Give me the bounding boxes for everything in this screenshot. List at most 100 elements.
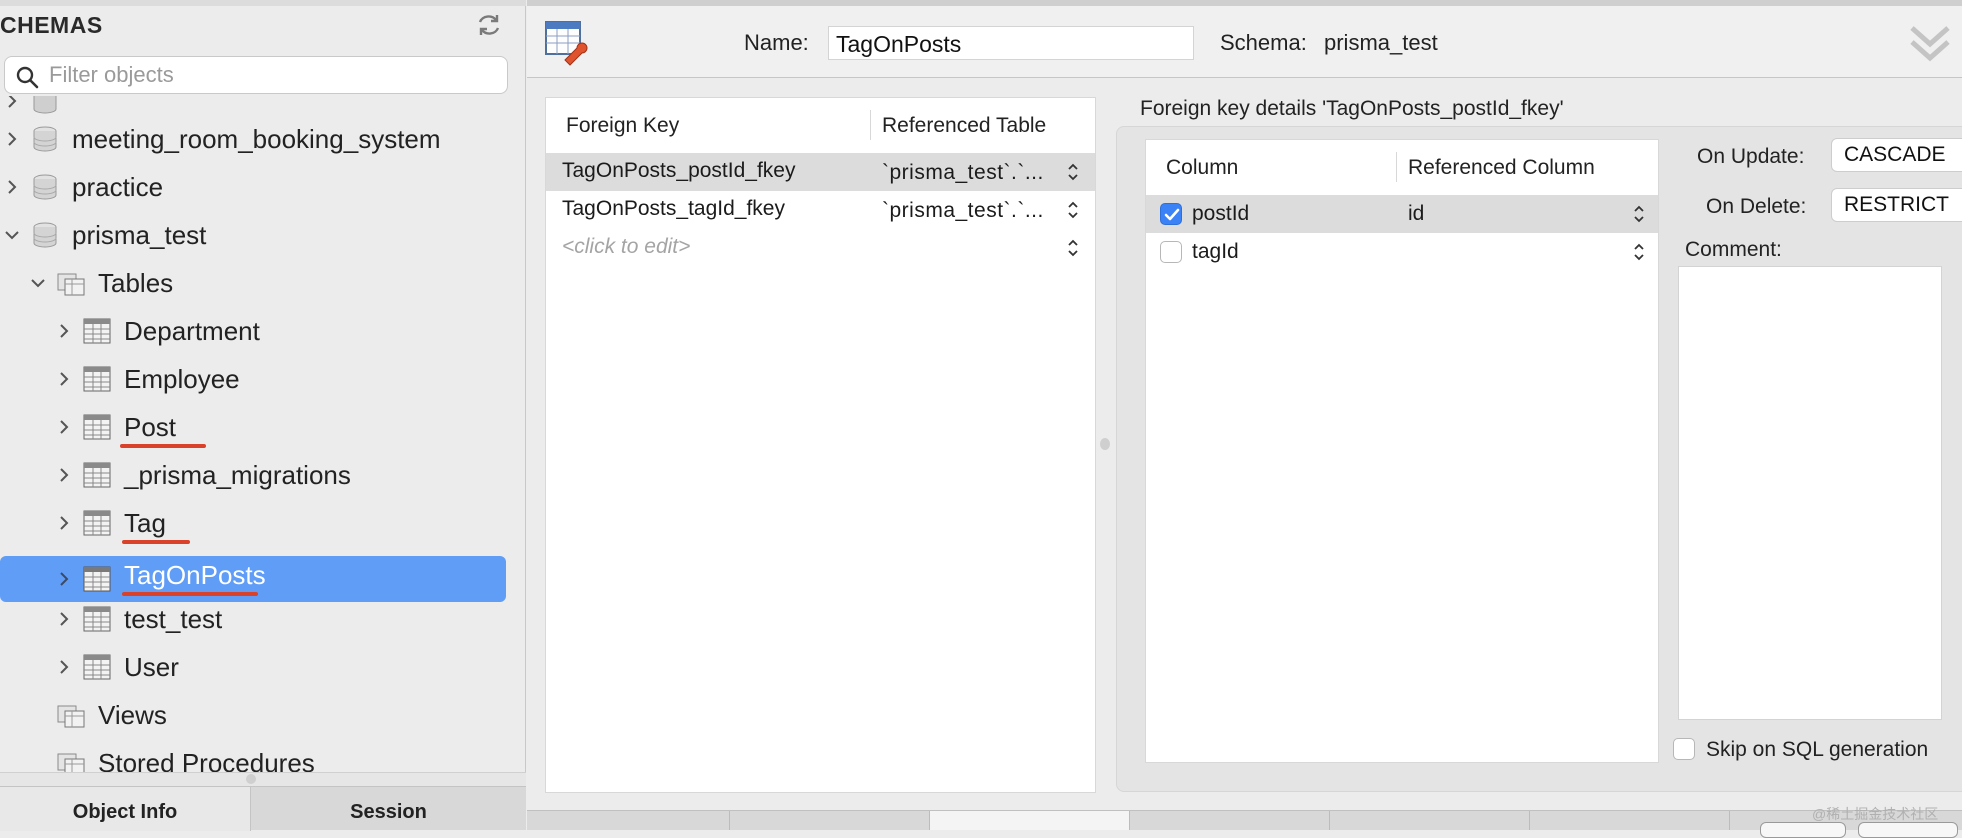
table-icon	[83, 462, 111, 488]
tree-item-label: meeting_room_booking_system	[72, 124, 441, 154]
tree-item-label: Employee	[124, 364, 240, 394]
database-icon	[33, 126, 57, 152]
on-update-label: On Update:	[1697, 145, 1805, 168]
database-icon	[33, 96, 57, 114]
on-delete-select[interactable]: RESTRICT	[1831, 188, 1962, 222]
collapse-chevron-icon[interactable]	[1908, 20, 1952, 68]
foreign-key-row[interactable]: TagOnPosts_postId_fkey `prisma_test`.`..…	[546, 153, 1095, 191]
tree-schema-practice[interactable]: practice	[0, 164, 526, 210]
table-icon	[83, 414, 111, 440]
fk-column-row[interactable]: postId id	[1146, 195, 1658, 233]
tree-folder-stored-procedures[interactable]: Stored Procedures	[0, 740, 526, 772]
referenced-column-value[interactable]: id	[1408, 202, 1424, 226]
tree-table-test-test[interactable]: test_test	[0, 596, 526, 642]
schema-tree: meeting_room_booking_system practice pri…	[0, 96, 526, 772]
on-update-select[interactable]: CASCADE	[1831, 138, 1962, 172]
tree-table-prisma-migrations[interactable]: _prisma_migrations	[0, 452, 526, 498]
checkmark-icon	[1164, 208, 1180, 221]
filter-objects-input[interactable]	[47, 61, 497, 89]
column-name: postId	[1192, 202, 1250, 225]
schemas-heading: CHEMAS	[0, 12, 103, 38]
tab-session[interactable]: Session	[250, 787, 526, 831]
splitter-handle[interactable]	[246, 774, 256, 784]
tree-item-label: User	[124, 652, 179, 682]
filter-box	[4, 56, 508, 94]
column-checkbox[interactable]	[1160, 203, 1182, 225]
tree-item-label: Post	[124, 412, 177, 442]
chevron-right-icon[interactable]	[56, 371, 72, 387]
column-header-referenced-table[interactable]: Referenced Table	[882, 114, 1046, 138]
chevron-right-icon[interactable]	[56, 611, 72, 627]
folder-tables-icon	[57, 273, 85, 296]
editor-tab[interactable]	[1530, 811, 1730, 830]
editor-tab-active[interactable]	[930, 811, 1130, 830]
fk-column-row[interactable]: tagId	[1146, 233, 1658, 271]
tree-item-label: prisma_test	[72, 220, 207, 250]
sidebar-tab-bar: Object Info Session	[0, 786, 526, 831]
chevron-down-icon[interactable]	[4, 227, 20, 243]
panel-splitter-handle[interactable]	[1100, 438, 1110, 450]
database-icon	[33, 222, 57, 248]
editor-tab[interactable]	[1330, 811, 1530, 830]
fk-referenced-table[interactable]: `prisma_test`.`...	[882, 199, 1044, 223]
tree-schema-meeting-room-booking-system[interactable]: meeting_room_booking_system	[0, 116, 526, 162]
tree-schema-prisma-test[interactable]: prisma_test	[0, 212, 526, 258]
comment-textarea[interactable]	[1678, 266, 1942, 720]
comment-label: Comment:	[1685, 238, 1782, 261]
updown-arrows-icon[interactable]	[1632, 203, 1646, 225]
updown-arrows-icon[interactable]	[1066, 237, 1080, 259]
column-checkbox[interactable]	[1160, 241, 1182, 263]
table-icon	[83, 606, 111, 632]
column-header-foreign-key[interactable]: Foreign Key	[566, 114, 679, 138]
chevron-right-icon[interactable]	[56, 515, 72, 531]
editor-tab-bar	[527, 810, 1962, 830]
folder-procedures-icon	[57, 753, 85, 772]
tree-folder-views[interactable]: Views	[0, 692, 526, 738]
schema-label: Schema:	[1220, 30, 1307, 55]
updown-arrows-icon[interactable]	[1632, 241, 1646, 263]
updown-arrows-icon[interactable]	[1066, 199, 1080, 221]
table-icon	[83, 318, 111, 344]
foreign-key-row[interactable]: TagOnPosts_tagId_fkey `prisma_test`.`...	[546, 191, 1095, 229]
chevron-right-icon[interactable]	[56, 419, 72, 435]
tree-table-department[interactable]: Department	[0, 308, 526, 354]
column-header-referenced-column[interactable]: Referenced Column	[1408, 156, 1595, 180]
table-name-field[interactable]: TagOnPosts	[828, 26, 1194, 60]
editor-tab[interactable]	[527, 811, 730, 830]
table-icon	[83, 366, 111, 392]
chevron-right-icon[interactable]	[4, 179, 20, 195]
column-divider[interactable]	[870, 110, 871, 140]
tree-item-label: TagOnPosts	[124, 560, 266, 590]
tree-table-post[interactable]: Post	[0, 404, 526, 450]
tab-object-info[interactable]: Object Info	[0, 787, 250, 831]
chevron-right-icon[interactable]	[56, 467, 72, 483]
tree-table-employee[interactable]: Employee	[0, 356, 526, 402]
editor-tab[interactable]	[730, 811, 930, 830]
chevron-right-icon[interactable]	[56, 571, 72, 587]
tree-table-user[interactable]: User	[0, 644, 526, 690]
column-divider[interactable]	[1396, 152, 1397, 182]
tree-table-tag[interactable]: Tag	[0, 500, 526, 546]
tree-folder-tables[interactable]: Tables	[0, 260, 526, 306]
editor-tab[interactable]	[1130, 811, 1330, 830]
apply-button[interactable]	[1760, 822, 1846, 838]
chevron-right-icon[interactable]	[56, 659, 72, 675]
fk-details-title: Foreign key details 'TagOnPosts_postId_f…	[1140, 97, 1564, 120]
revert-button[interactable]	[1858, 822, 1958, 838]
column-header-column[interactable]: Column	[1166, 156, 1238, 180]
sidebar-splitter[interactable]	[0, 772, 526, 786]
sidebar-top-strip	[0, 0, 526, 6]
skip-sql-checkbox[interactable]	[1673, 738, 1695, 760]
updown-arrows-icon[interactable]	[1066, 161, 1080, 183]
chevron-right-icon[interactable]	[56, 323, 72, 339]
chevron-down-icon[interactable]	[30, 275, 46, 291]
tree-item-label: practice	[72, 172, 164, 202]
tree-item-label: Department	[124, 316, 260, 346]
fk-referenced-table[interactable]: `prisma_test`.`...	[882, 161, 1044, 185]
refresh-icon[interactable]	[474, 12, 504, 38]
click-to-edit-placeholder[interactable]: <click to edit>	[562, 235, 690, 259]
chevron-right-icon[interactable]	[4, 131, 20, 147]
fk-column-list: Column Referenced Column postId id tagId	[1145, 139, 1659, 763]
foreign-key-new-row[interactable]: <click to edit>	[546, 229, 1095, 267]
fk-name: TagOnPosts_postId_fkey	[562, 159, 796, 182]
